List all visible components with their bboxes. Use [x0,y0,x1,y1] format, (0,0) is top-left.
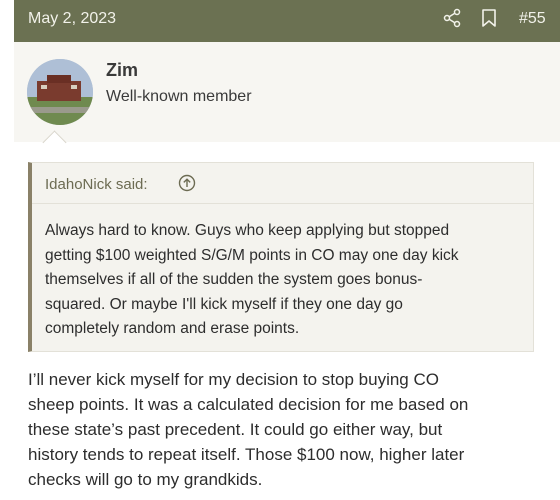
post-date[interactable]: May 2, 2023 [28,10,116,28]
arrow-up-circle-icon[interactable] [178,174,196,192]
post-text: I’ll never kick myself for my decision t… [28,370,469,489]
avatar[interactable] [27,59,93,125]
quote-text: Always hard to know. Guys who keep apply… [45,222,459,338]
post-number[interactable]: #55 [519,10,546,28]
username[interactable]: Zim [106,60,138,81]
quote-header: IdahoNick said: [32,163,533,204]
user-title: Well-known member [106,88,252,105]
bookmark-icon[interactable] [480,8,498,28]
quote-author[interactable]: IdahoNick said: [45,176,148,193]
share-icon[interactable] [442,8,462,28]
quote-block: IdahoNick said: Always hard to know. Guy… [28,162,534,352]
post-header: May 2, 2023 #55 [14,0,560,42]
user-info: Zim Well-known member [14,42,560,142]
avatar-image [27,59,93,125]
